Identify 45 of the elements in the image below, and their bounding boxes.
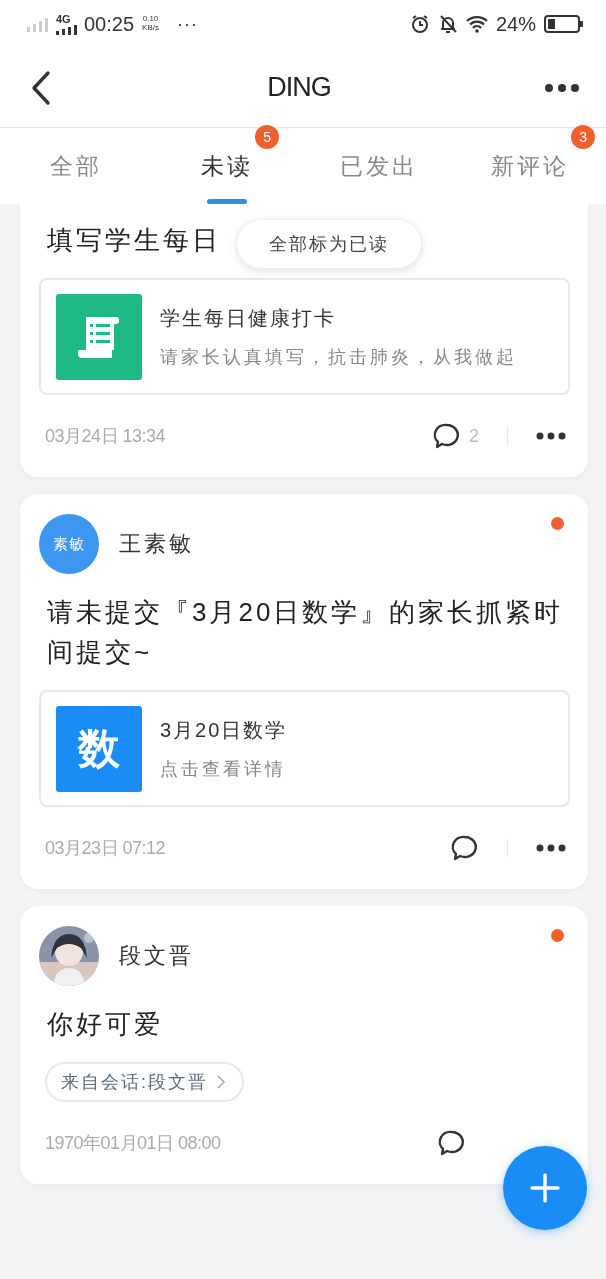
more-icon[interactable]: [536, 844, 566, 852]
battery-percent: 24%: [495, 12, 536, 36]
network-label: 4G: [56, 13, 71, 25]
message-text: 你好可爱: [47, 1008, 163, 1041]
chevron-icon: [216, 1074, 226, 1090]
attachment-title: 学生每日健康打卡: [160, 306, 337, 331]
battery-icon: [544, 14, 584, 34]
page-title: DING: [266, 72, 332, 103]
clock: 00:25: [84, 12, 135, 36]
selected-indicator: [207, 199, 248, 204]
speed-value: 0.10: [142, 15, 159, 24]
plus-icon: [530, 1173, 560, 1203]
muted-bell-icon: [437, 14, 458, 34]
comment-icon[interactable]: [433, 422, 461, 450]
alarm-icon: [409, 14, 430, 34]
attachment-card[interactable]: 学生每日健康打卡 请家长认真填写，抗击肺炎，从我做起: [39, 278, 570, 395]
more-indicator: ···: [176, 13, 198, 35]
mark-all-read-button[interactable]: 全部标为已读: [236, 219, 422, 269]
message-text: 请未提交『3月20日数学』的家长抓紧时间提交~: [47, 596, 565, 669]
more-icon[interactable]: [536, 432, 566, 440]
attachment-card[interactable]: 数 3月20日数学 点击查看详情: [39, 690, 570, 807]
source-chip[interactable]: 来自会话:段文晋: [45, 1062, 244, 1102]
signal-icon: [56, 24, 78, 35]
add-button[interactable]: [503, 1146, 587, 1230]
author-name: 段文晋: [119, 942, 194, 970]
timestamp: 03月24日 13:34: [45, 425, 166, 448]
author-name: 王素敏: [119, 530, 194, 558]
document-badge: 数: [56, 706, 142, 792]
tab[interactable]: 全部: [0, 128, 152, 204]
attachment-subtitle: 点击查看详情: [160, 758, 287, 781]
comment-icon[interactable]: [438, 1129, 466, 1157]
attachment-title: 3月20日数学: [160, 718, 288, 743]
timestamp: 1970年01月01日 08:00: [45, 1132, 221, 1155]
avatar: 素敏: [39, 514, 99, 574]
comment-icon[interactable]: [451, 834, 479, 862]
attachment-subtitle: 请家长认真填写，抗击肺炎，从我做起: [160, 346, 517, 369]
comment-count: 2: [469, 425, 479, 447]
tab[interactable]: 已发出: [303, 128, 455, 204]
speed-unit: KB/s: [142, 24, 159, 33]
scroll-icon: [56, 294, 142, 380]
more-icon[interactable]: [544, 82, 580, 93]
timestamp: 03月23日 07:12: [45, 837, 166, 860]
wifi-icon: [465, 15, 488, 33]
message-text: 填写学生每日: [47, 224, 221, 257]
signal-icon: [26, 16, 50, 32]
